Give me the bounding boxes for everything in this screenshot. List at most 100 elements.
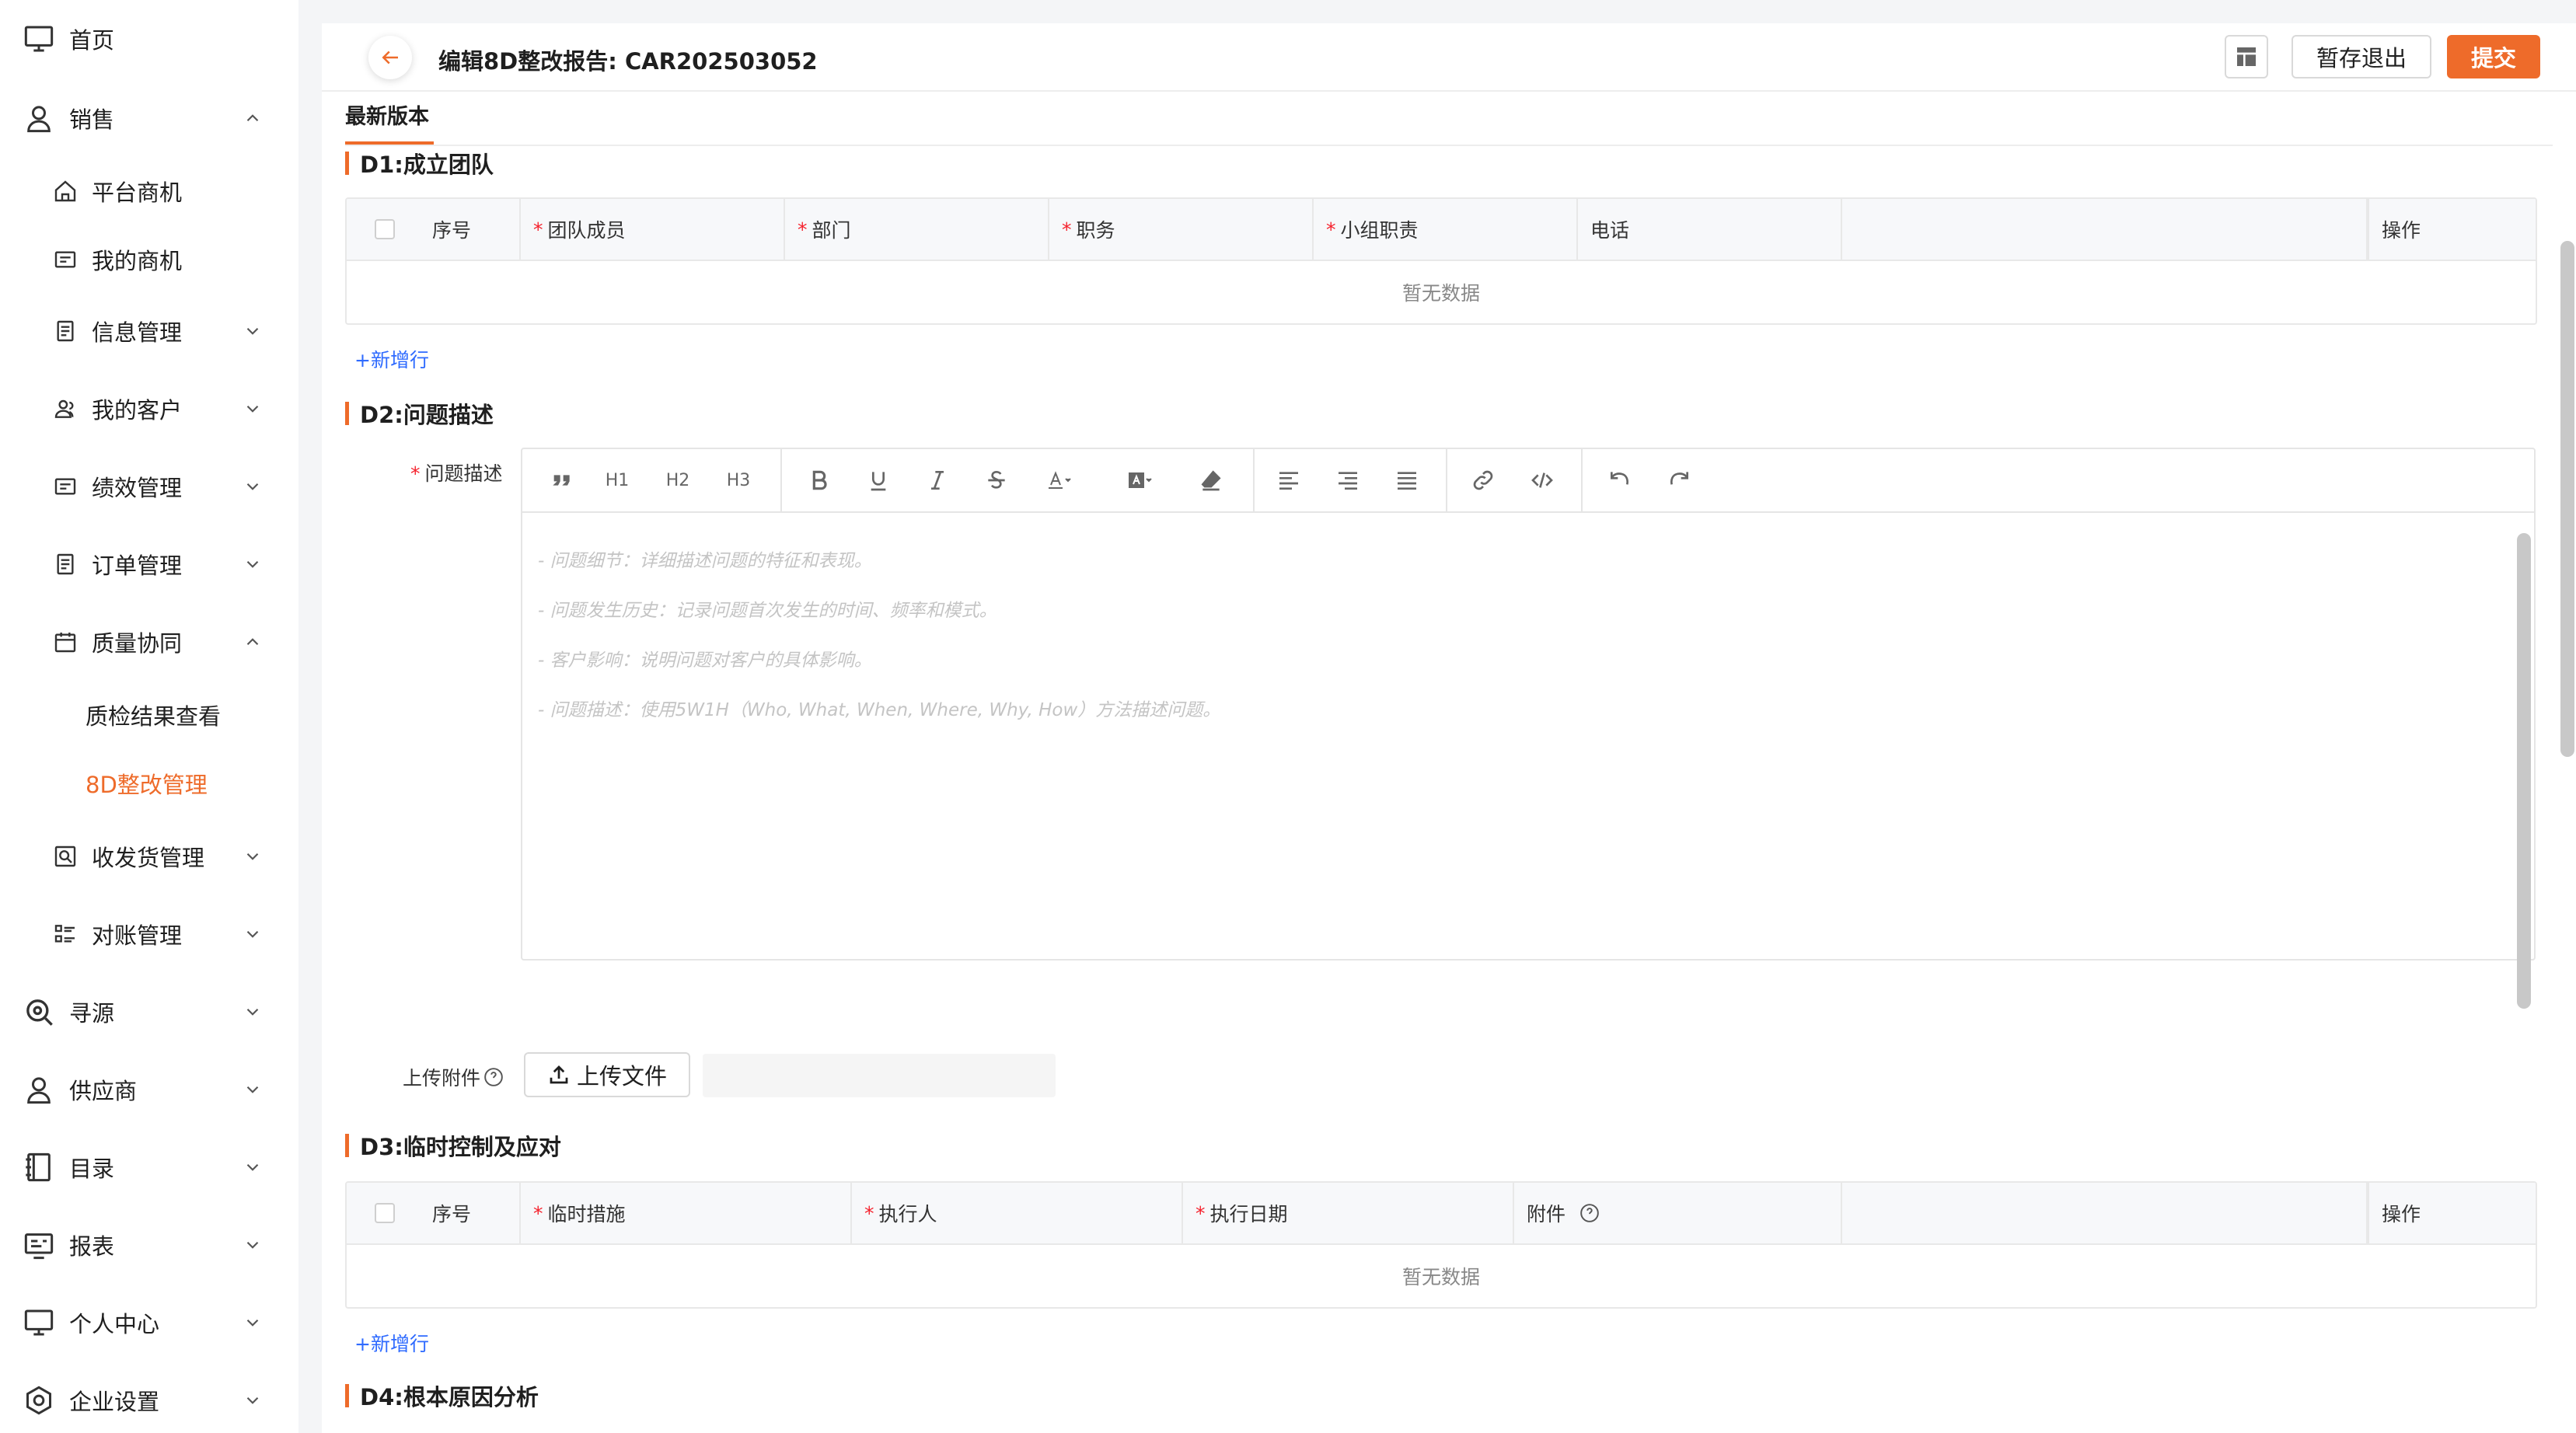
heading2-button[interactable]: H2 xyxy=(661,465,695,496)
clear-format-icon[interactable] xyxy=(1196,465,1227,496)
layout-toggle-button[interactable] xyxy=(2225,35,2268,78)
rich-text-editor[interactable]: H1 H2 H3 - 问题细节：详细描述问题的特征和表现。 - 问题发生历史：记… xyxy=(521,448,2536,1009)
header-cell: * 团队成员 xyxy=(521,199,785,260)
bold-icon[interactable] xyxy=(804,465,835,496)
chevron-down-icon xyxy=(246,1163,259,1171)
section-marker xyxy=(345,1384,349,1407)
section-title-text: D4:根本原因分析 xyxy=(360,1384,539,1410)
toolbar-divider xyxy=(1581,449,1583,511)
sidebar-item-my-opportunities[interactable]: 我的商机 xyxy=(0,235,298,284)
underline-icon[interactable] xyxy=(863,465,894,496)
sidebar-item-my-customers[interactable]: 我的客户 xyxy=(0,384,298,434)
upload-file-button[interactable]: 上传文件 xyxy=(524,1052,690,1097)
sidebar-item-personal-center[interactable]: 个人中心 xyxy=(0,1298,298,1348)
chevron-down-icon xyxy=(246,1241,259,1249)
field-label-text: 上传附件 xyxy=(403,1067,481,1090)
section-title-text: D2:问题描述 xyxy=(360,402,494,428)
customers-icon xyxy=(53,396,78,421)
monitor-icon xyxy=(23,1307,54,1338)
monitor-icon xyxy=(23,23,54,54)
sidebar-item-catalog[interactable]: 目录 xyxy=(0,1142,298,1192)
sidebar-item-reconciliation[interactable]: 对账管理 xyxy=(0,909,298,959)
toolbar-divider xyxy=(1446,449,1447,511)
sidebar-item-inspection-results[interactable]: 质检结果查看 xyxy=(0,690,298,740)
sidebar-item-info-management[interactable]: 信息管理 xyxy=(0,306,298,356)
heading1-button[interactable]: H1 xyxy=(600,465,634,496)
quote-icon[interactable] xyxy=(546,465,577,496)
header-cell: 序号 xyxy=(409,199,521,260)
upload-attachment-label: 上传附件 xyxy=(403,1063,504,1091)
sidebar-item-shipping[interactable]: 收发货管理 xyxy=(0,832,298,881)
align-right-icon[interactable] xyxy=(1332,465,1363,496)
redo-icon[interactable] xyxy=(1663,465,1695,496)
list-icon xyxy=(53,922,78,947)
shipping-icon xyxy=(53,844,78,869)
editor-content-area[interactable]: - 问题细节：详细描述问题的特征和表现。 - 问题发生历史：记录问题首次发生的时… xyxy=(522,514,2534,959)
sidebar-item-label: 订单管理 xyxy=(92,553,183,579)
select-all-checkbox[interactable] xyxy=(375,1203,395,1223)
tab-latest-version[interactable]: 最新版本 xyxy=(345,99,429,130)
toolbar-divider xyxy=(1253,449,1255,511)
required-mark: * xyxy=(410,462,421,485)
section-marker xyxy=(345,152,349,175)
sidebar-item-8d-management[interactable]: 8D整改管理 xyxy=(0,758,298,808)
required-mark: * xyxy=(798,218,808,241)
column-label: 小组职责 xyxy=(1340,219,1419,242)
italic-icon[interactable] xyxy=(922,465,953,496)
heading3-button[interactable]: H3 xyxy=(721,465,756,496)
sidebar-item-label: 我的商机 xyxy=(92,248,183,274)
sidebar-item-quality[interactable]: 质量协同 xyxy=(0,617,298,667)
align-justify-icon[interactable] xyxy=(1391,465,1422,496)
sidebar-item-label: 供应商 xyxy=(69,1078,138,1104)
editor-scrollbar[interactable] xyxy=(2517,533,2531,1009)
select-all-checkbox[interactable] xyxy=(375,219,395,239)
section-d1-title: D1:成立团队 xyxy=(345,149,494,178)
background-color-icon[interactable] xyxy=(1119,465,1163,496)
section-d4-title: D4:根本原因分析 xyxy=(345,1382,539,1410)
header-cell: * 部门 xyxy=(785,199,1049,260)
layout-icon xyxy=(2237,47,2256,66)
upload-button-label: 上传文件 xyxy=(576,1063,667,1090)
d1-add-row-link[interactable]: +新增行 xyxy=(354,345,429,373)
d3-add-row-link[interactable]: +新增行 xyxy=(354,1329,429,1357)
header-cell: * 小组职责 xyxy=(1314,199,1578,260)
document-icon xyxy=(53,552,78,577)
sidebar-item-enterprise-settings[interactable]: 企业设置 xyxy=(0,1375,298,1425)
sidebar-item-home[interactable]: 首页 xyxy=(0,14,298,64)
chevron-down-icon xyxy=(246,1396,259,1404)
table-header: 序号 * 临时措施 * 执行人 * 执行日期 附件 操作 xyxy=(347,1183,2536,1245)
page-scrollbar[interactable] xyxy=(2560,241,2574,757)
code-icon[interactable] xyxy=(1527,465,1558,496)
help-icon[interactable] xyxy=(483,1067,504,1087)
sidebar-item-suppliers[interactable]: 供应商 xyxy=(0,1065,298,1114)
sidebar-item-reports[interactable]: 报表 xyxy=(0,1220,298,1270)
home-icon xyxy=(53,179,78,204)
undo-icon[interactable] xyxy=(1604,465,1635,496)
header-cell xyxy=(1842,1183,2368,1243)
help-icon[interactable] xyxy=(1579,1203,1600,1223)
font-color-icon[interactable] xyxy=(1038,465,1082,496)
column-label: 序号 xyxy=(432,219,472,242)
calendar-icon xyxy=(53,629,78,654)
sidebar-item-performance[interactable]: 绩效管理 xyxy=(0,462,298,511)
document-icon xyxy=(53,319,78,343)
save-exit-button[interactable]: 暂存退出 xyxy=(2292,35,2431,78)
chevron-down-icon xyxy=(246,560,259,568)
header-cell: 序号 xyxy=(409,1183,521,1243)
required-mark: * xyxy=(1326,218,1336,241)
header-cell: * 执行人 xyxy=(852,1183,1183,1243)
header-cell xyxy=(1842,199,2368,260)
sidebar-item-platform-opportunities[interactable]: 平台商机 xyxy=(0,166,298,216)
placeholder-line: - 客户影响：说明问题对客户的具体影响。 xyxy=(538,650,872,671)
link-icon[interactable] xyxy=(1468,465,1499,496)
sidebar-item-orders[interactable]: 订单管理 xyxy=(0,539,298,589)
submit-button[interactable]: 提交 xyxy=(2447,35,2540,78)
strikethrough-icon[interactable] xyxy=(981,465,1012,496)
align-left-icon[interactable] xyxy=(1273,465,1304,496)
sidebar-item-label: 销售 xyxy=(69,106,115,133)
upload-icon xyxy=(550,1065,568,1084)
back-button[interactable] xyxy=(368,36,412,79)
header-cell: 电话 xyxy=(1578,199,1842,260)
sidebar-item-sales[interactable]: 销售 xyxy=(0,93,298,143)
sidebar-item-sourcing[interactable]: 寻源 xyxy=(0,987,298,1037)
